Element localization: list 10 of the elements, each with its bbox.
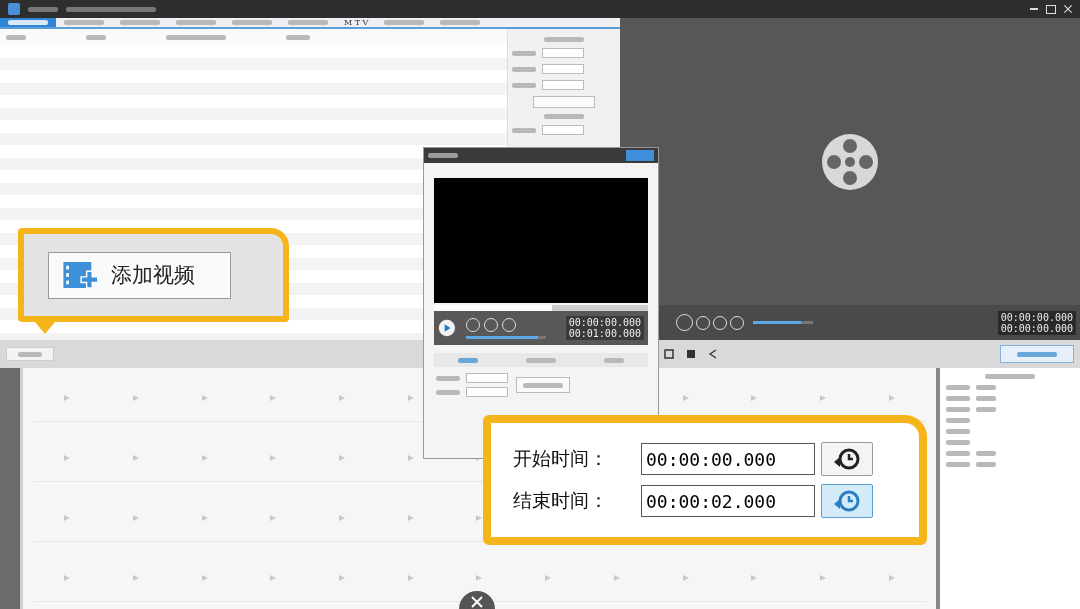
timecode: 00:00:00.000 <box>568 317 641 328</box>
menu-tab[interactable]: M T V <box>336 18 377 27</box>
timecode: 00:01:00.000 <box>568 328 641 339</box>
add-video-button[interactable]: 添加视频 <box>48 251 231 299</box>
timecode: 00:00:00.000 <box>1000 311 1073 323</box>
timecode: 00:00:00.000 <box>1000 322 1073 334</box>
time-label: 结束时间： <box>513 488 609 513</box>
time-label: 开始时间： <box>513 446 609 471</box>
time-field[interactable]: 00:00:00.000 <box>641 443 815 475</box>
time-field[interactable]: 00:00:02.000 <box>641 485 815 517</box>
